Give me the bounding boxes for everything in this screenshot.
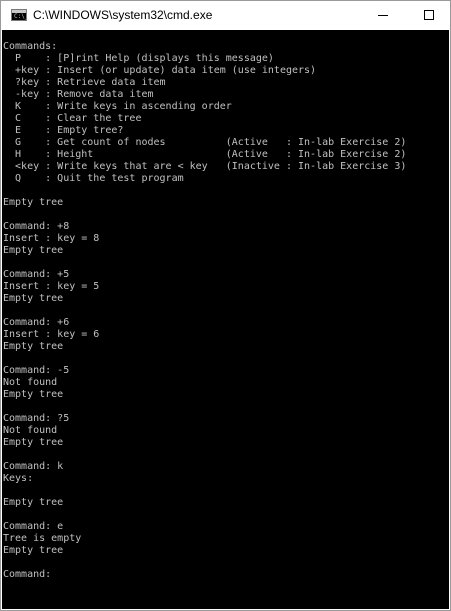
console-line: -key : Remove data item bbox=[3, 89, 154, 100]
console-line: Insert : key = 5 bbox=[3, 281, 100, 292]
console-command-line: Command: bbox=[3, 569, 58, 580]
console-command-line: Command: k bbox=[3, 461, 64, 472]
console-line: E : Empty tree? bbox=[3, 125, 124, 136]
window-title: C:\WINDOWS\system32\cmd.exe bbox=[33, 8, 213, 22]
minimize-button[interactable] bbox=[360, 1, 406, 30]
console-line: Empty tree bbox=[3, 293, 64, 304]
console-line: Empty tree bbox=[3, 341, 64, 352]
console-output-area[interactable]: Commands: P : [P]rint Help (displays thi… bbox=[2, 30, 449, 609]
minimize-icon bbox=[378, 15, 388, 16]
console-line: C : Clear the tree bbox=[3, 113, 142, 124]
console-line: <key : Write keys that are < key (Inacti… bbox=[3, 161, 407, 172]
console-line: ?key : Retrieve data item bbox=[3, 77, 166, 88]
console-command-line: Command: +6 bbox=[3, 317, 70, 328]
console-line: K : Write keys in ascending order bbox=[3, 101, 232, 112]
console-line: H : Height (Active : In-lab Exercise 2) bbox=[3, 149, 407, 160]
maximize-icon bbox=[424, 10, 434, 20]
icon-prompt-glyph: C:\_ bbox=[14, 13, 29, 20]
console-line: Insert : key = 8 bbox=[3, 233, 100, 244]
console-command-line: Command: e bbox=[3, 521, 64, 532]
console-line: Empty tree bbox=[3, 437, 64, 448]
console-line: P : [P]rint Help (displays this message) bbox=[3, 53, 274, 64]
console-command-line: Command: +5 bbox=[3, 269, 70, 280]
console-line: Q : Quit the test program bbox=[3, 173, 184, 184]
console-line: Insert : key = 6 bbox=[3, 329, 100, 340]
console-line: Not found bbox=[3, 377, 58, 388]
console-line: Keys: bbox=[3, 473, 34, 484]
console-line: Empty tree bbox=[3, 245, 64, 256]
console-line: +key : Insert (or update) data item (use… bbox=[3, 65, 317, 76]
cmd-window: C:\_ C:\WINDOWS\system32\cmd.exe Command… bbox=[0, 0, 451, 611]
console-command-line: Command: ?5 bbox=[3, 413, 70, 424]
maximize-button[interactable] bbox=[406, 1, 451, 30]
console-line: Commands: bbox=[3, 41, 58, 52]
console-text: Commands: P : [P]rint Help (displays thi… bbox=[3, 41, 406, 581]
console-line: Not found bbox=[3, 425, 58, 436]
console-line: Empty tree bbox=[3, 389, 64, 400]
console-line: Empty tree bbox=[3, 497, 64, 508]
console-command-line: Command: -5 bbox=[3, 365, 70, 376]
console-line: G : Get count of nodes (Active : In-lab … bbox=[3, 137, 407, 148]
console-line: Empty tree bbox=[3, 545, 64, 556]
console-command-line: Command: +8 bbox=[3, 221, 70, 232]
console-line: Empty tree bbox=[3, 197, 64, 208]
cmd-app-icon[interactable]: C:\_ bbox=[11, 9, 29, 21]
console-line: Tree is empty bbox=[3, 533, 82, 544]
title-bar[interactable]: C:\_ C:\WINDOWS\system32\cmd.exe bbox=[1, 1, 450, 30]
